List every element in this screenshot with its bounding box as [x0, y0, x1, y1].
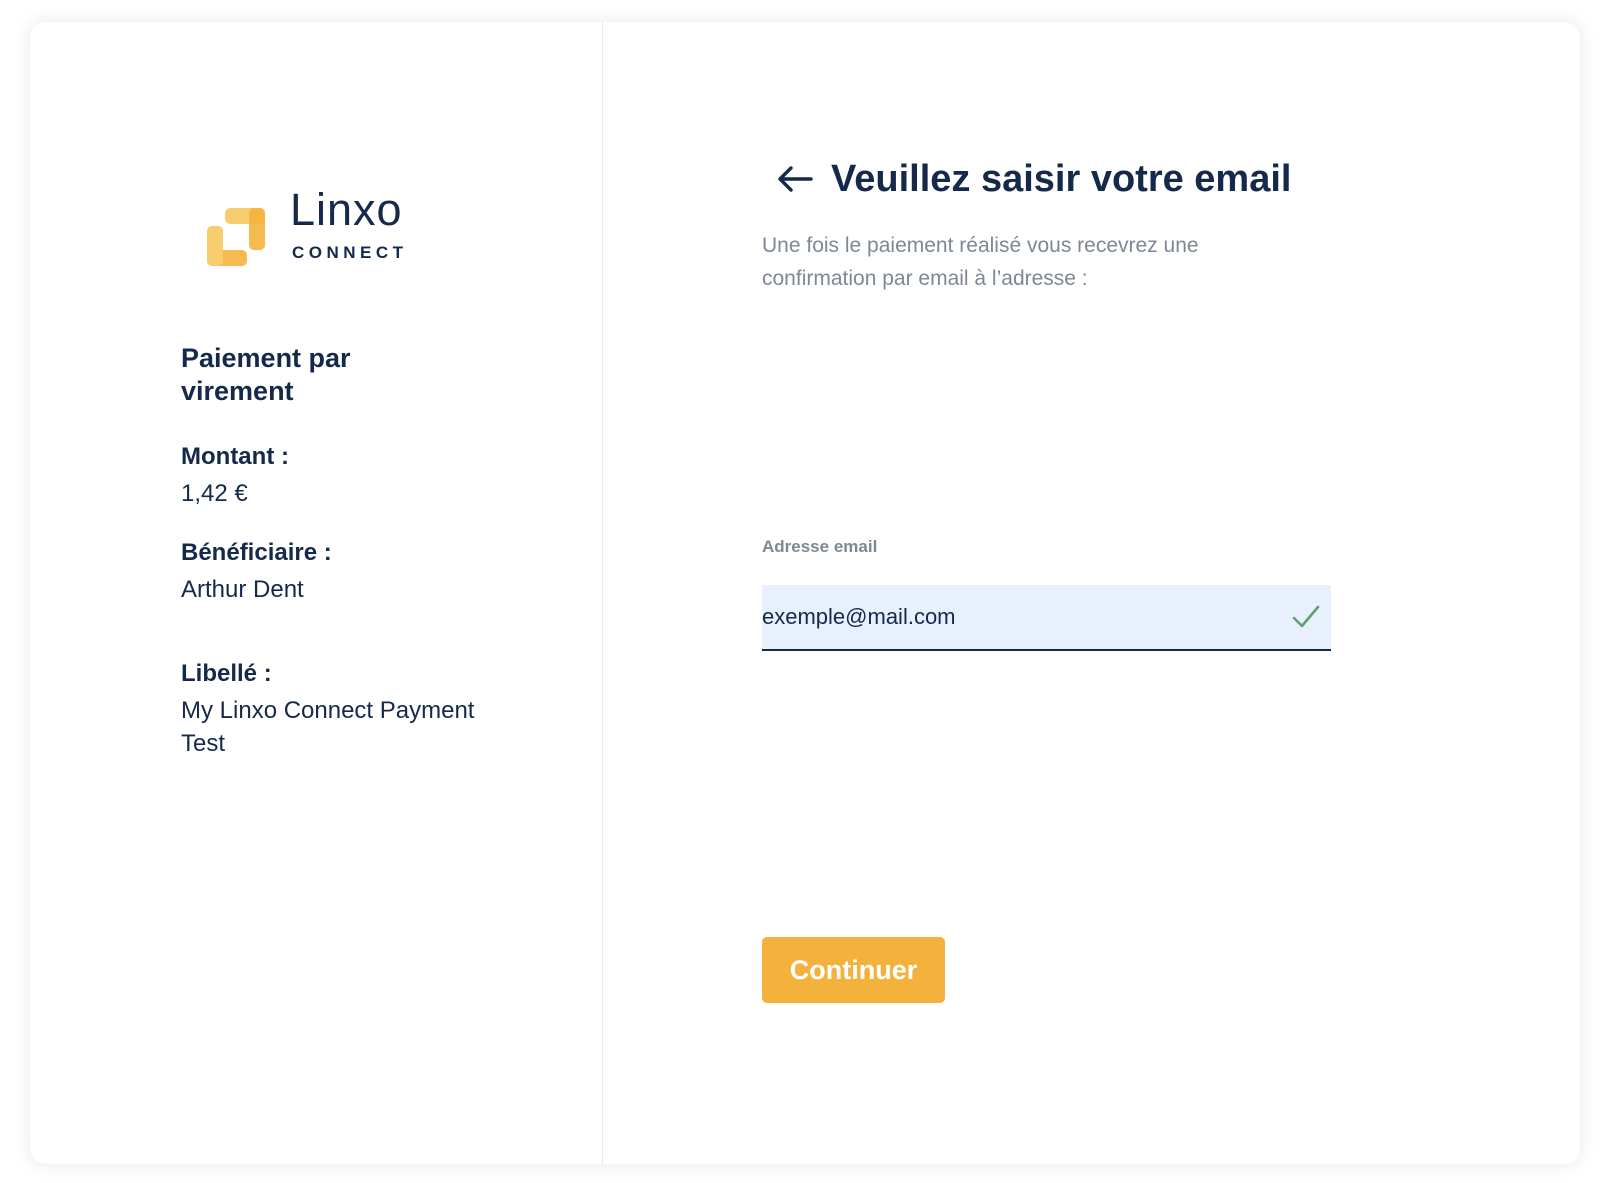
linxo-connect-logo: Linxo CONNECT [205, 180, 425, 266]
continue-button[interactable]: Continuer [762, 937, 945, 1003]
libelle-section: Libellé : My Linxo Connect Payment Test [181, 659, 481, 760]
email-label: Adresse email [762, 537, 878, 556]
arrow-left-icon [778, 166, 813, 192]
email-input[interactable] [762, 585, 1262, 649]
checkmark-icon [1292, 605, 1320, 628]
page-title: Veuillez saisir votre email [831, 158, 1292, 200]
amount-section: Montant : 1,42 € [181, 442, 289, 510]
back-button[interactable] [773, 162, 817, 196]
beneficiary-value: Arthur Dent [181, 576, 304, 603]
libelle-label: Libellé : [181, 660, 272, 687]
beneficiary-section: Bénéficiaire : Arthur Dent [181, 538, 332, 606]
linxo-logo-icon [207, 208, 265, 266]
logo-subtitle: CONNECT [292, 243, 408, 262]
amount-value: 1,42 € [181, 480, 248, 507]
amount-label: Montant : [181, 443, 289, 470]
libelle-value: My Linxo Connect Payment Test [181, 697, 475, 757]
logo-wordmark: Linxo [290, 184, 403, 235]
page-subtitle: Une fois le paiement réalisé vous recevr… [762, 234, 1199, 290]
email-field-container [762, 585, 1331, 651]
email-form-panel: Veuillez saisir votre email Une fois le … [603, 22, 1580, 1164]
payment-summary-panel: Linxo CONNECT Paiement par virement Mont… [30, 22, 603, 1164]
beneficiary-label: Bénéficiaire : [181, 539, 332, 566]
payment-type-title: Paiement par virement [181, 343, 351, 406]
payment-card: Linxo CONNECT Paiement par virement Mont… [30, 22, 1580, 1164]
